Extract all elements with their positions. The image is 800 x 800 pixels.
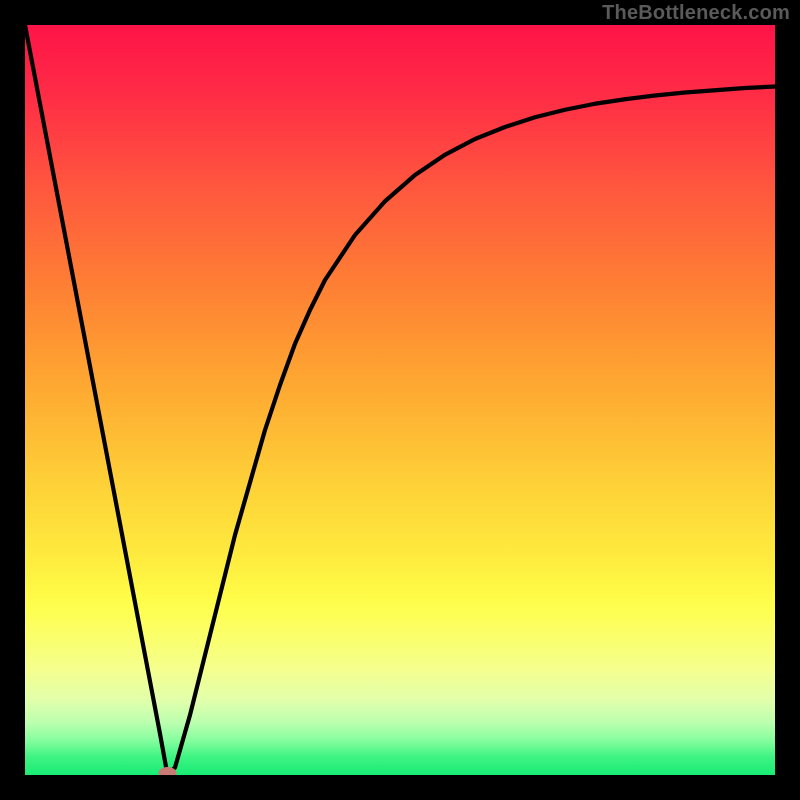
chart-svg bbox=[25, 25, 775, 775]
gradient-background bbox=[25, 25, 775, 775]
plot-area bbox=[25, 25, 775, 775]
outer-black-frame: TheBottleneck.com bbox=[0, 0, 800, 800]
watermark-text: TheBottleneck.com bbox=[602, 2, 790, 25]
